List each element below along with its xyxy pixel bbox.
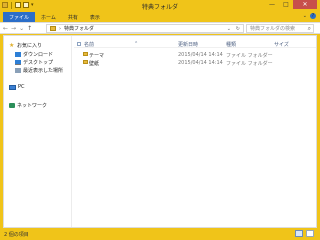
ribbon-tabs: ファイル ホーム 共有 表示 ⌄ ? <box>0 11 320 22</box>
tab-file[interactable]: ファイル <box>3 12 36 22</box>
tab-share[interactable]: 共有 <box>62 12 84 22</box>
search-input[interactable]: 特典フォルダの検索 ⌕ <box>246 24 314 33</box>
select-all-checkbox[interactable] <box>77 42 81 46</box>
explorer-window: ▾ 特典フォルダ — □ ✕ ファイル ホーム 共有 表示 ⌄ ? ← → ⌄ … <box>0 0 320 240</box>
tab-home[interactable]: ホーム <box>35 12 62 22</box>
close-button[interactable]: ✕ <box>293 0 317 9</box>
file-name: 壁紙 <box>89 61 100 67</box>
column-header-type[interactable]: 種類 <box>226 41 236 48</box>
navigation-buttons: ← → ⌄ ↑ <box>3 24 32 33</box>
ribbon-help-area: ⌄ ? <box>303 13 316 19</box>
sidebar-label: ダウンロード <box>23 52 54 58</box>
sidebar-label: PC <box>18 84 25 90</box>
sidebar-label: ネットワーク <box>17 103 48 109</box>
sidebar-item-pc[interactable]: PC <box>9 84 25 90</box>
sidebar-item-network[interactable]: ネットワーク <box>9 102 47 109</box>
details-view-icon[interactable] <box>295 230 303 237</box>
column-header-date[interactable]: 更新日時 <box>178 41 198 48</box>
column-header-name[interactable]: 名前 <box>84 41 94 48</box>
table-row[interactable]: 壁紙 2015/04/14 14:14 ファイル フォルダー <box>74 59 316 67</box>
address-bar-row: ← → ⌄ ↑ › 特典フォルダ ⌄ ↻ 特典フォルダの検索 ⌕ <box>0 22 320 34</box>
file-type: ファイル フォルダー <box>226 61 273 67</box>
sidebar-item-desktop[interactable]: デスクトップ <box>15 59 53 66</box>
sidebar-label: 最近表示した場所 <box>23 68 64 74</box>
title-bar: ▾ 特典フォルダ — □ ✕ <box>0 0 320 11</box>
breadcrumb-current[interactable]: 特典フォルダ <box>64 25 94 32</box>
file-date: 2015/04/14 14:14 <box>178 52 223 58</box>
item-count: 2 個の項目 <box>4 232 29 238</box>
table-row[interactable]: テーマ 2015/04/14 14:14 ファイル フォルダー <box>74 51 316 59</box>
file-list: 名前 ⌃ 更新日時 種類 サイズ テーマ 2015/04/14 14:14 ファ… <box>74 36 316 227</box>
folder-icon <box>83 60 88 64</box>
file-date: 2015/04/14 14:14 <box>178 60 223 66</box>
network-icon <box>9 103 15 108</box>
sidebar-label: お気に入り <box>17 43 43 49</box>
sidebar-item-downloads[interactable]: ダウンロード <box>15 51 53 58</box>
folder-icon <box>83 52 88 56</box>
back-icon[interactable]: ← <box>3 25 8 32</box>
help-icon[interactable]: ? <box>310 13 316 19</box>
star-icon: ★ <box>9 41 15 49</box>
sidebar-label: デスクトップ <box>23 60 54 66</box>
search-placeholder: 特典フォルダの検索 <box>250 26 296 32</box>
up-icon[interactable]: ↑ <box>27 25 32 32</box>
desktop-icon <box>15 60 21 65</box>
search-icon[interactable]: ⌕ <box>308 25 311 33</box>
expand-ribbon-icon[interactable]: ⌄ <box>303 13 307 19</box>
recent-places-icon <box>15 68 21 73</box>
download-icon <box>15 52 21 57</box>
large-icons-view-icon[interactable] <box>306 230 314 237</box>
file-type: ファイル フォルダー <box>226 53 273 59</box>
sidebar-item-recent-places[interactable]: 最近表示した場所 <box>15 67 63 74</box>
sidebar-item-favorites[interactable]: ★ お気に入り <box>9 42 42 49</box>
column-header-size[interactable]: サイズ <box>274 41 289 48</box>
main-pane: ★ お気に入り ダウンロード デスクトップ 最近表示した場所 PC ネットワーク… <box>3 35 317 228</box>
recent-locations-icon[interactable]: ⌄ <box>19 25 24 32</box>
view-switcher <box>295 230 314 237</box>
computer-icon <box>9 84 16 90</box>
navigation-pane: ★ お気に入り ダウンロード デスクトップ 最近表示した場所 PC ネットワーク <box>4 36 72 227</box>
sort-caret-icon: ⌃ <box>134 41 139 47</box>
address-dropdown-icon[interactable]: ⌄ <box>227 26 231 32</box>
column-header-row: 名前 ⌃ 更新日時 種類 サイズ <box>74 40 316 48</box>
file-name: テーマ <box>89 53 105 59</box>
minimize-button[interactable]: — <box>265 0 279 9</box>
status-bar: 2 個の項目 <box>0 228 320 240</box>
tab-view[interactable]: 表示 <box>84 12 106 22</box>
breadcrumb-separator[interactable]: › <box>59 26 61 32</box>
address-field[interactable]: › 特典フォルダ ⌄ ↻ <box>46 24 244 33</box>
maximize-button[interactable]: □ <box>279 0 293 9</box>
folder-icon <box>50 26 56 31</box>
forward-icon[interactable]: → <box>11 25 16 32</box>
window-controls: — □ ✕ <box>265 0 317 9</box>
refresh-icon[interactable]: ↻ <box>236 26 240 32</box>
